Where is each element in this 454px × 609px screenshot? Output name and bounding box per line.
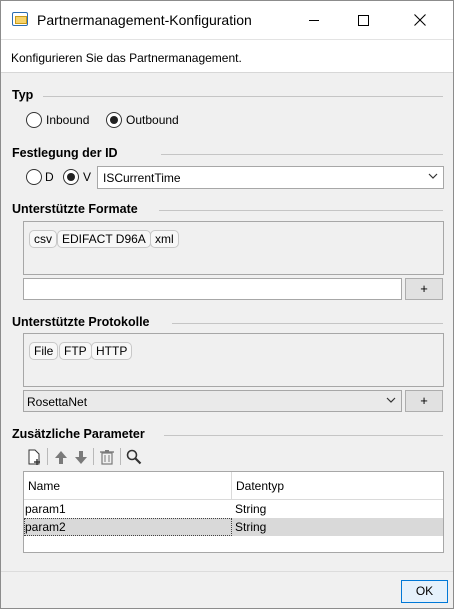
- protocol-select-value: RosettaNet: [27, 395, 88, 409]
- protocol-chip[interactable]: HTTP: [91, 342, 133, 360]
- move-down-icon[interactable]: [72, 448, 90, 466]
- column-header-name[interactable]: Name: [24, 472, 232, 500]
- section-title-formats: Unterstützte Formate: [12, 202, 138, 216]
- title-bar: Partnermanagement-Konfiguration: [1, 1, 453, 39]
- id-value-select[interactable]: ISCurrentTime: [97, 166, 444, 189]
- section-divider: [43, 96, 443, 97]
- protocol-chip[interactable]: FTP: [59, 342, 92, 360]
- radio-id-v[interactable]: [63, 169, 79, 185]
- param-type-cell: String: [235, 502, 267, 516]
- radio-inbound-label: Inbound: [46, 113, 90, 127]
- section-title-id: Festlegung der ID: [12, 146, 118, 160]
- description-banner: Konfigurieren Sie das Partnermanagement.: [1, 39, 453, 73]
- format-chip[interactable]: EDIFACT D96A: [57, 230, 151, 248]
- maximize-button[interactable]: [340, 1, 386, 39]
- param-name-cell: param2: [24, 518, 232, 536]
- ok-button[interactable]: OK: [401, 580, 448, 603]
- add-format-button[interactable]: +: [405, 278, 443, 300]
- param-name-cell: param1: [25, 502, 66, 516]
- radio-outbound[interactable]: [106, 112, 122, 128]
- radio-id-v-label: V: [83, 170, 92, 184]
- maximize-icon: [357, 14, 369, 26]
- section-title-protocols: Unterstützte Protokolle: [12, 315, 150, 329]
- formats-list[interactable]: csv EDIFACT D96A xml: [23, 221, 444, 275]
- section-divider: [159, 210, 443, 211]
- dialog-window: Partnermanagement-Konfiguration Konfigur…: [0, 0, 454, 609]
- format-chip[interactable]: xml: [150, 230, 179, 248]
- add-protocol-button[interactable]: +: [405, 390, 443, 412]
- section-divider: [172, 323, 443, 324]
- radio-id-d-label: D: [45, 170, 54, 184]
- window-title: Partnermanagement-Konfiguration: [37, 12, 252, 28]
- radio-inbound[interactable]: [26, 112, 42, 128]
- toolbar-separator: [120, 448, 121, 465]
- dialog-description: Konfigurieren Sie das Partnermanagement.: [11, 51, 242, 65]
- protocol-chip[interactable]: File: [29, 342, 59, 360]
- toolbar-separator: [47, 448, 48, 465]
- format-input[interactable]: [23, 278, 402, 300]
- close-button[interactable]: [397, 1, 443, 39]
- search-icon[interactable]: [125, 448, 143, 466]
- id-value-text: ISCurrentTime: [103, 171, 181, 185]
- add-icon[interactable]: [25, 448, 43, 466]
- toolbar-separator: [93, 448, 94, 465]
- param-type-cell: String: [235, 520, 267, 534]
- chevron-down-icon: [428, 173, 438, 179]
- radio-id-d[interactable]: [26, 169, 42, 185]
- section-title-typ: Typ: [12, 88, 34, 102]
- minimize-icon: [309, 19, 319, 21]
- format-chip[interactable]: csv: [29, 230, 57, 248]
- table-row[interactable]: param2 String: [24, 518, 443, 536]
- protocol-select[interactable]: RosettaNet: [23, 390, 402, 412]
- radio-outbound-label: Outbound: [126, 113, 179, 127]
- section-title-params: Zusätzliche Parameter: [12, 427, 145, 441]
- section-divider: [161, 154, 443, 155]
- close-icon: [414, 14, 426, 26]
- column-header-datatype[interactable]: Datentyp: [232, 472, 443, 500]
- minimize-button[interactable]: [291, 1, 337, 39]
- table-row[interactable]: param1 String: [24, 500, 443, 518]
- parameter-table: Name Datentyp param1 String param2 Strin…: [23, 471, 444, 553]
- footer-divider: [1, 571, 453, 572]
- move-up-icon[interactable]: [52, 448, 70, 466]
- section-divider: [164, 435, 443, 436]
- app-window-icon: [12, 12, 28, 26]
- delete-icon[interactable]: [98, 448, 116, 466]
- chevron-down-icon: [386, 397, 396, 403]
- protocols-list[interactable]: File FTP HTTP: [23, 333, 444, 387]
